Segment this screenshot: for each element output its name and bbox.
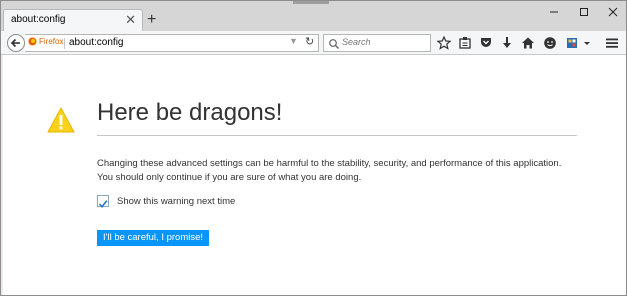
show-warning-checkbox[interactable] [97,195,109,209]
reading-list-icon[interactable] [458,36,472,50]
tab-scroll-indicator [293,1,329,4]
title-bar: about:config ✕ + [1,1,626,31]
show-warning-label[interactable]: Show this warning next time [117,196,235,207]
history-dropdown-icon[interactable]: ▼ [289,36,298,46]
search-placeholder[interactable]: Search [342,37,371,47]
tab-about-config[interactable]: about:config ✕ [3,9,143,31]
home-icon[interactable] [521,36,535,50]
firefox-logo-icon [28,37,37,46]
minimize-icon[interactable] [541,4,567,20]
reload-icon[interactable]: ↻ [305,35,314,48]
browser-window: about:config ✕ + Firefox about:config ▼ [0,0,627,296]
pocket-icon[interactable] [479,36,493,50]
identity-box[interactable]: Firefox [28,37,63,46]
search-bar[interactable]: Search [323,34,431,52]
back-button[interactable] [7,34,25,52]
checkmark-icon [98,200,108,209]
close-icon[interactable] [600,4,626,20]
bookmark-star-icon[interactable] [437,36,451,50]
url-bar[interactable]: Firefox about:config ▼ ↻ [25,34,319,52]
page-title: Here be dragons! [97,99,283,126]
url-text[interactable]: about:config [69,37,124,48]
left-edge [1,55,3,295]
accept-risk-button[interactable]: I'll be careful, I promise! [97,230,210,246]
tab-close-icon[interactable]: ✕ [125,12,136,28]
back-arrow-icon [10,38,20,48]
identity-separator [64,38,65,49]
emoji-icon[interactable] [543,36,557,50]
tab-label: about:config [11,14,66,25]
search-icon [329,39,339,49]
download-icon[interactable] [500,36,514,50]
maximize-icon[interactable] [571,4,597,20]
warning-icon [47,107,75,133]
warning-description: Changing these advanced settings can be … [97,158,562,183]
extension-dropdown-icon[interactable] [583,36,591,50]
menu-icon[interactable] [605,36,619,50]
title-divider [97,135,577,136]
new-tab-button[interactable]: + [147,11,156,29]
navigation-toolbar: Firefox about:config ▼ ↻ Search [1,31,626,55]
page-content: Here be dragons! Changing these advanced… [1,55,626,295]
identity-label: Firefox [39,37,64,46]
extension-icon[interactable] [565,36,579,50]
